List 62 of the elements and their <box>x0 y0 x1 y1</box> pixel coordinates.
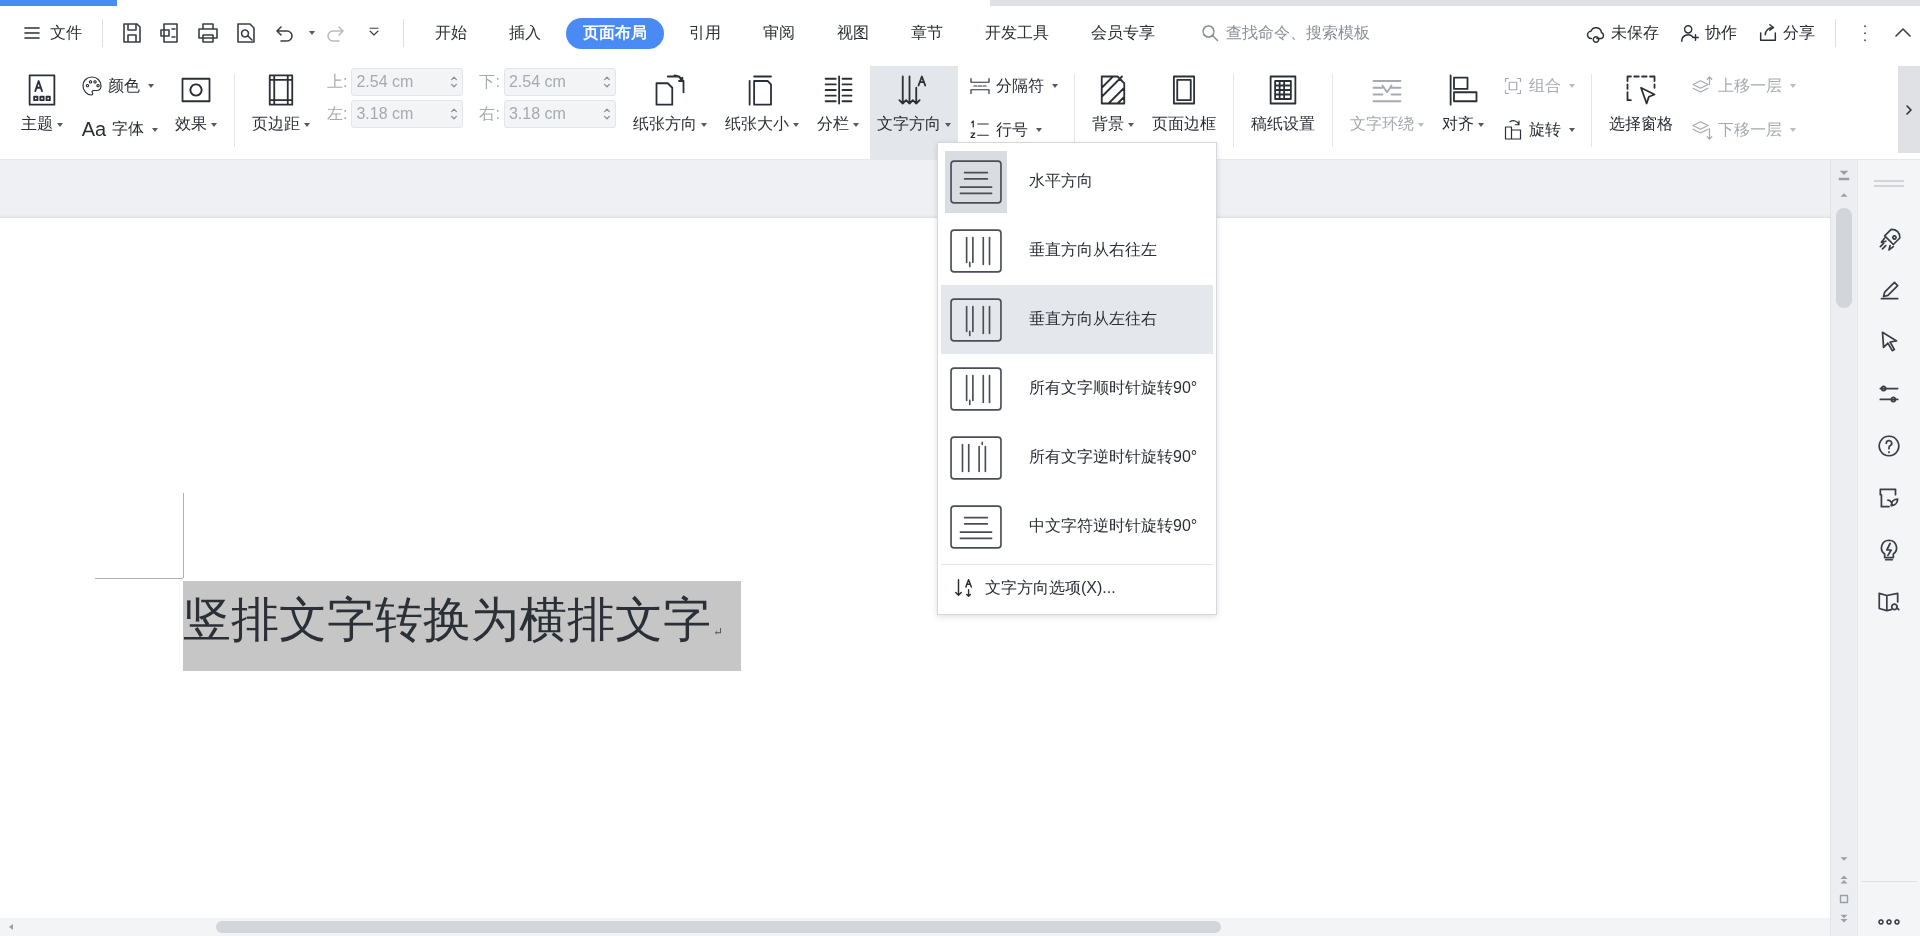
ribbon-button[interactable]: 纸张方向 <box>625 66 714 159</box>
layer-down-icon <box>1689 118 1714 142</box>
print-preview-icon[interactable] <box>234 21 258 45</box>
print-icon[interactable] <box>196 21 220 45</box>
ribbon-button[interactable]: 主题 <box>14 66 70 159</box>
ribbon-button[interactable]: 选择窗格 <box>1601 66 1680 159</box>
header-action-button[interactable]: 未保存 <box>1585 22 1659 44</box>
menu-item[interactable]: 垂直方向从左往右 <box>941 285 1213 354</box>
file-menu-button[interactable]: 文件 <box>14 18 90 48</box>
ribbon-button[interactable]: 对齐 <box>1434 66 1491 159</box>
search-field[interactable]: 查找命令、搜索模板 <box>1200 23 1408 43</box>
menu-item[interactable]: 文字方向选项(X)... <box>941 568 1213 608</box>
text-direction-icon <box>953 577 975 599</box>
more-icon[interactable] <box>1877 918 1901 926</box>
margin-label: 上: <box>327 71 348 92</box>
ribbon-button[interactable]: 文字方向 <box>869 66 958 159</box>
margin-label: 下: <box>479 71 500 92</box>
ribbon-tab[interactable]: 章节 <box>894 17 960 49</box>
ribbon-button[interactable]: 分隔符 <box>963 70 1062 102</box>
scrollbar-thumb[interactable] <box>1836 208 1852 308</box>
menu-item[interactable]: 中文字符逆时针旋转90° <box>941 492 1213 561</box>
save-icon[interactable] <box>120 21 144 45</box>
document-text: 竖排文字转换为横排文字↵ <box>183 581 742 671</box>
ribbon-button[interactable]: 颜色 <box>76 70 162 102</box>
header-action-button[interactable]: 分享 <box>1757 22 1815 44</box>
margin-label: 左: <box>327 103 348 124</box>
ribbon-button[interactable]: Aa 字体 <box>76 114 162 145</box>
margin-label: 右: <box>479 103 500 124</box>
drag-handle-icon[interactable] <box>1874 180 1904 188</box>
ribbon-tab[interactable]: 插入 <box>492 17 558 49</box>
help-icon[interactable] <box>1876 433 1902 459</box>
text-direction-icon <box>950 435 1002 480</box>
text-direction-icon <box>950 366 1002 411</box>
ribbon-tab[interactable]: 开发工具 <box>968 17 1066 49</box>
ruler-toggle-icon[interactable] <box>1837 168 1851 182</box>
text-direction-icon <box>950 297 1002 342</box>
menu-item[interactable]: 垂直方向从右往左 <box>941 216 1213 285</box>
ribbon-button[interactable]: 稿纸设置 <box>1243 66 1322 159</box>
ribbon-button[interactable]: 纸张大小 <box>717 66 806 159</box>
ribbon-button[interactable]: 页边距 <box>245 66 317 159</box>
palette-icon <box>80 74 104 98</box>
horizontal-scrollbar[interactable] <box>0 918 1830 936</box>
ribbon-tab[interactable]: 视图 <box>820 17 886 49</box>
text-direction-icon <box>950 504 1002 549</box>
caret-icon <box>309 31 315 35</box>
ribbon-tab[interactable]: 开始 <box>418 17 484 49</box>
scrollbar-thumb[interactable] <box>216 921 1221 933</box>
text-direction-icon <box>950 159 1002 204</box>
text-direction-icon <box>950 228 1002 273</box>
menu-item[interactable]: 所有文字逆时针旋转90° <box>941 423 1213 492</box>
search-icon <box>1200 23 1220 43</box>
ribbon-button[interactable]: 效果 <box>168 66 224 159</box>
user-add-icon <box>1679 22 1701 44</box>
ribbon-button[interactable]: 旋转 <box>1496 114 1579 146</box>
vertical-scrollbar[interactable] <box>1830 160 1857 936</box>
ribbon-tab[interactable]: 引用 <box>672 17 738 49</box>
header-action-button[interactable]: 协作 <box>1679 22 1737 44</box>
share-icon <box>1757 22 1779 44</box>
ribbon-button[interactable]: 分栏 <box>809 66 866 159</box>
ribbon-tab[interactable]: 会员专享 <box>1074 17 1172 49</box>
menu-item[interactable]: 所有文字顺时针旋转90° <box>941 354 1213 423</box>
ribbon-tab[interactable]: 审阅 <box>746 17 812 49</box>
